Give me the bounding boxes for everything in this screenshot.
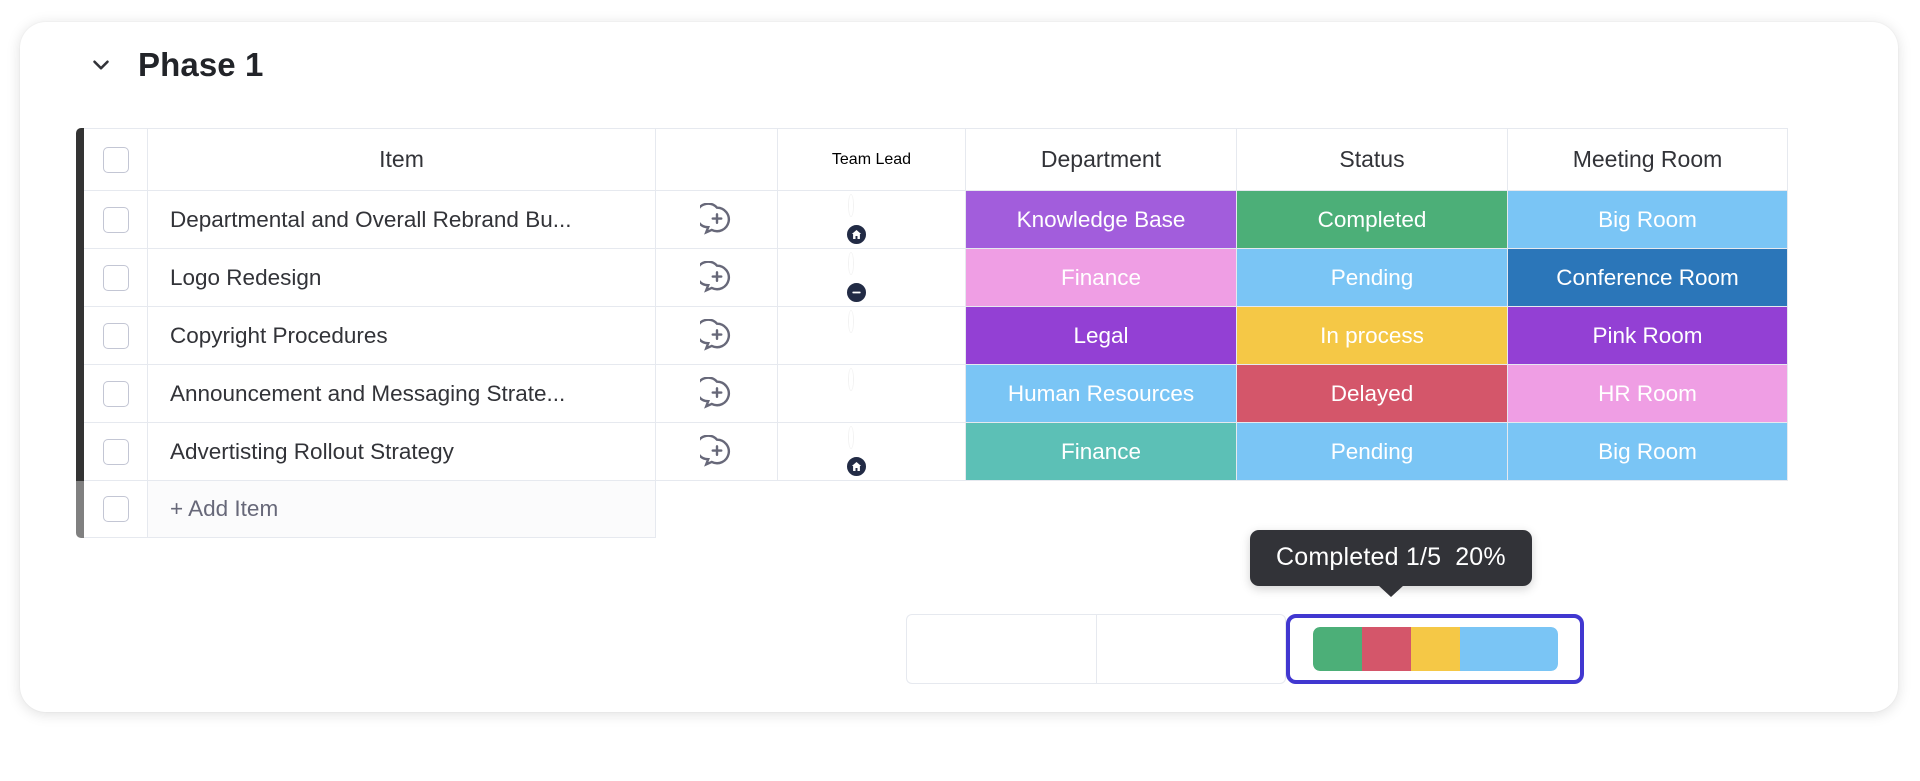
board-group-card: Phase 1 Item Team Lead Department Status… xyxy=(20,22,1898,712)
item-name-cell[interactable]: Departmental and Overall Rebrand Bu... xyxy=(148,191,656,249)
column-header-item[interactable]: Item xyxy=(148,128,656,191)
meeting-room-cell[interactable]: Big Room xyxy=(1508,423,1788,481)
summary-row xyxy=(906,614,1584,684)
summary-cell-team-lead[interactable] xyxy=(906,614,1096,684)
select-all-checkbox[interactable] xyxy=(102,146,129,173)
do-not-disturb-icon xyxy=(844,280,868,304)
summary-cell-department[interactable] xyxy=(1096,614,1286,684)
progress-segment xyxy=(1459,627,1558,671)
column-header-status[interactable]: Status xyxy=(1237,128,1508,191)
status-progress-summary[interactable] xyxy=(1286,614,1584,684)
meeting-room-cell[interactable]: Conference Room xyxy=(1508,249,1788,307)
row-checkbox[interactable] xyxy=(102,438,129,465)
meeting-room-cell[interactable]: Pink Room xyxy=(1508,307,1788,365)
group-color-bar xyxy=(76,249,84,307)
item-name-cell[interactable]: Announcement and Messaging Strate... xyxy=(148,365,656,423)
row-checkbox[interactable] xyxy=(102,206,129,233)
table-row: Departmental and Overall Rebrand Bu... Kn… xyxy=(76,191,1866,249)
avatar[interactable] xyxy=(848,368,895,417)
table-row: Advertisting Rollout Strategy Finance Pend… xyxy=(76,423,1866,481)
group-color-bar-footer xyxy=(76,481,84,538)
avatar[interactable] xyxy=(848,310,895,359)
status-cell[interactable]: Delayed xyxy=(1237,365,1508,423)
add-comment-icon[interactable] xyxy=(656,249,778,307)
group-color-bar xyxy=(76,307,84,365)
team-lead-cell[interactable] xyxy=(778,365,966,423)
row-select-cell xyxy=(84,307,148,365)
department-cell[interactable]: Finance xyxy=(966,249,1237,307)
avatar-image xyxy=(848,368,853,390)
progress-tooltip-text: Completed 1/5 20% xyxy=(1276,543,1506,571)
progress-segment xyxy=(1312,627,1362,671)
add-item-checkbox-cell xyxy=(84,481,148,538)
team-lead-cell[interactable] xyxy=(778,249,966,307)
add-item-checkbox[interactable] xyxy=(102,496,129,522)
team-lead-cell[interactable] xyxy=(778,307,966,365)
status-cell[interactable]: Pending xyxy=(1237,423,1508,481)
avatar[interactable] xyxy=(844,426,895,478)
table-header-row: Item Team Lead Department Status Meeting… xyxy=(76,128,1866,191)
row-checkbox[interactable] xyxy=(102,380,129,407)
meeting-room-cell[interactable]: HR Room xyxy=(1508,365,1788,423)
board-table: Item Team Lead Department Status Meeting… xyxy=(76,128,1866,538)
row-checkbox[interactable] xyxy=(102,322,129,349)
home-icon xyxy=(844,454,868,478)
add-comment-icon[interactable] xyxy=(656,423,778,481)
progress-segment xyxy=(1361,627,1411,671)
item-name-cell[interactable]: Logo Redesign xyxy=(148,249,656,307)
status-cell[interactable]: Completed xyxy=(1237,191,1508,249)
avatar[interactable] xyxy=(844,252,895,304)
group-color-bar xyxy=(76,191,84,249)
department-cell[interactable]: Finance xyxy=(966,423,1237,481)
row-select-cell xyxy=(84,423,148,481)
table-body: Departmental and Overall Rebrand Bu... Kn… xyxy=(76,191,1866,481)
progress-segment xyxy=(1410,627,1460,671)
column-header-comment xyxy=(656,128,778,191)
meeting-room-cell[interactable]: Big Room xyxy=(1508,191,1788,249)
status-cell[interactable]: In process xyxy=(1237,307,1508,365)
progress-tooltip: Completed 1/5 20% xyxy=(1250,530,1532,586)
add-comment-icon[interactable] xyxy=(656,365,778,423)
department-cell[interactable]: Human Resources xyxy=(966,365,1237,423)
group-color-bar xyxy=(76,423,84,481)
item-name-cell[interactable]: Advertisting Rollout Strategy xyxy=(148,423,656,481)
team-lead-cell[interactable] xyxy=(778,423,966,481)
avatar-image xyxy=(848,252,853,274)
table-row: Copyright Procedures Legal In process Pink … xyxy=(76,307,1866,365)
group-title: Phase 1 xyxy=(138,46,264,83)
add-item-row[interactable]: + Add Item xyxy=(76,481,1866,538)
row-select-cell xyxy=(84,365,148,423)
item-name-cell[interactable]: Copyright Procedures xyxy=(148,307,656,365)
status-cell[interactable]: Pending xyxy=(1237,249,1508,307)
row-select-cell xyxy=(84,191,148,249)
add-comment-icon[interactable] xyxy=(656,191,778,249)
department-cell[interactable]: Legal xyxy=(966,307,1237,365)
column-header-team-lead[interactable]: Team Lead xyxy=(778,128,966,191)
select-all-cell xyxy=(84,128,148,191)
column-header-department[interactable]: Department xyxy=(966,128,1237,191)
group-color-bar xyxy=(76,365,84,423)
column-header-meeting-room[interactable]: Meeting Room xyxy=(1508,128,1788,191)
avatar-image xyxy=(848,426,853,448)
home-icon xyxy=(844,222,868,246)
status-progress-bar xyxy=(1312,627,1558,671)
avatar[interactable] xyxy=(844,194,895,246)
group-header: Phase 1 xyxy=(20,22,263,108)
chevron-down-icon[interactable] xyxy=(86,50,116,80)
row-checkbox[interactable] xyxy=(102,264,129,291)
team-lead-cell[interactable] xyxy=(778,191,966,249)
department-cell[interactable]: Knowledge Base xyxy=(966,191,1237,249)
add-comment-icon[interactable] xyxy=(656,307,778,365)
avatar-image xyxy=(848,310,853,332)
table-row: Announcement and Messaging Strate... Huma… xyxy=(76,365,1866,423)
row-select-cell xyxy=(84,249,148,307)
group-color-bar xyxy=(76,128,84,191)
add-item-button[interactable]: + Add Item xyxy=(148,481,656,538)
table-row: Logo Redesign Finance Pending Conference Ro… xyxy=(76,249,1866,307)
avatar-image xyxy=(848,194,853,216)
